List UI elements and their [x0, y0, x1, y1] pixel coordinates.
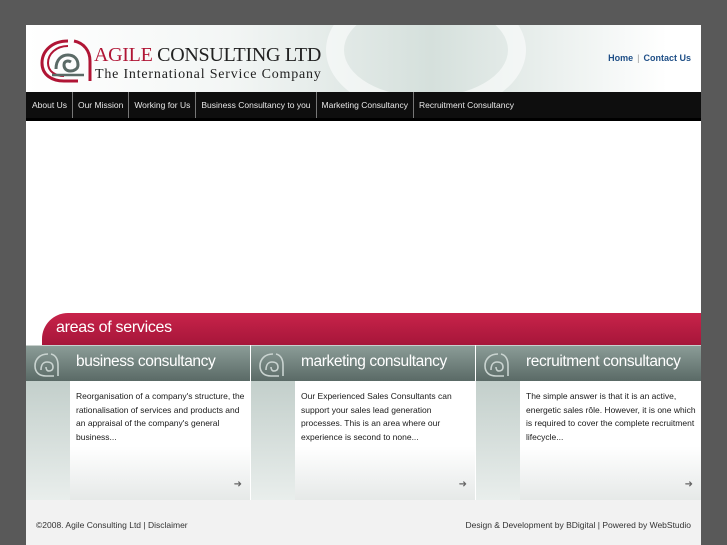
top-links-separator: |: [637, 53, 640, 63]
arrow-right-icon[interactable]: ➜: [234, 479, 242, 490]
service-header: business consultancy: [26, 345, 250, 381]
service-header: marketing consultancy: [251, 345, 475, 381]
service-description: Reorganisation of a company's structure,…: [76, 391, 245, 442]
home-link[interactable]: Home: [608, 53, 633, 63]
service-rail: [26, 381, 70, 500]
logo-tagline: The International Service Company: [95, 67, 322, 82]
service-card-marketing: marketing consultancy Our Experienced Sa…: [251, 345, 475, 500]
nav-about-us[interactable]: About Us: [26, 92, 73, 118]
service-card-recruitment: recruitment consultancy The simple answe…: [476, 345, 701, 500]
service-body: Reorganisation of a company's structure,…: [70, 381, 250, 500]
service-title[interactable]: recruitment consultancy: [526, 353, 681, 371]
service-header: recruitment consultancy: [476, 345, 701, 381]
service-body: Our Experienced Sales Consultants can su…: [295, 381, 475, 500]
service-description: Our Experienced Sales Consultants can su…: [301, 391, 452, 442]
nav-our-mission[interactable]: Our Mission: [73, 92, 130, 118]
logo-icon: [484, 353, 509, 377]
service-title[interactable]: marketing consultancy: [301, 353, 447, 371]
logo-icon: [40, 39, 92, 83]
main-nav: About Us Our Mission Working for Us Busi…: [26, 92, 701, 120]
service-body: The simple answer is that it is an activ…: [520, 381, 701, 500]
arrow-right-icon[interactable]: ➜: [459, 479, 467, 490]
header: AGILE CONSULTING LTD The International S…: [26, 25, 701, 115]
contact-us-link[interactable]: Contact Us: [643, 53, 691, 63]
nav-marketing-consultancy[interactable]: Marketing Consultancy: [317, 92, 414, 118]
logo-title[interactable]: AGILE CONSULTING LTD: [94, 44, 321, 67]
hero-area: [26, 121, 701, 311]
nav-recruitment-consultancy[interactable]: Recruitment Consultancy: [414, 92, 519, 118]
nav-working-for-us[interactable]: Working for Us: [129, 92, 197, 118]
page: AGILE CONSULTING LTD The International S…: [26, 25, 701, 545]
footer-credits: Design & Development by BDigital | Power…: [465, 520, 691, 530]
service-card-business: business consultancy Reorganisation of a…: [26, 345, 250, 500]
footer: ©2008. Agile Consulting Ltd | Disclaimer…: [26, 500, 701, 545]
logo-icon: [34, 353, 59, 377]
arrow-right-icon[interactable]: ➜: [685, 479, 693, 490]
nav-business-consultancy[interactable]: Business Consultancy to you: [196, 92, 317, 118]
logo-agile: AGILE: [94, 44, 153, 66]
service-rail: [251, 381, 295, 500]
logo-icon: [259, 353, 284, 377]
service-title[interactable]: business consultancy: [76, 353, 216, 371]
service-description: The simple answer is that it is an activ…: [526, 391, 696, 442]
logo-consulting: CONSULTING LTD: [152, 44, 321, 66]
areas-banner: areas of services: [42, 313, 701, 345]
top-links: Home | Contact Us: [608, 53, 691, 63]
service-rail: [476, 381, 520, 500]
footer-copyright: ©2008. Agile Consulting Ltd | Disclaimer: [36, 520, 188, 530]
services-section: business consultancy Reorganisation of a…: [26, 345, 701, 500]
areas-title: areas of services: [56, 319, 172, 336]
